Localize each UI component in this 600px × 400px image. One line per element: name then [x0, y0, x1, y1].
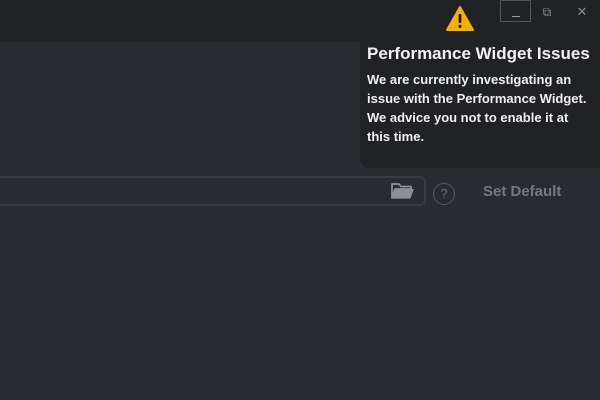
minimize-button[interactable]: [500, 0, 531, 22]
restore-button[interactable]: ⧉: [537, 0, 557, 24]
close-icon: ✕: [576, 4, 588, 19]
restore-icon: ⧉: [542, 4, 552, 19]
set-default-button[interactable]: Set Default: [483, 183, 561, 203]
warning-tooltip: Performance Widget Issues We are current…: [360, 42, 600, 168]
path-input[interactable]: [0, 176, 426, 206]
warning-icon[interactable]: [446, 6, 474, 32]
folder-icon[interactable]: [390, 181, 414, 201]
tooltip-message: We are currently investigating an issue …: [367, 72, 587, 144]
close-button[interactable]: ✕: [572, 0, 592, 24]
minimize-icon: [511, 15, 520, 17]
tooltip-title: Performance Widget Issues: [367, 44, 590, 63]
help-icon[interactable]: ?: [433, 183, 455, 205]
